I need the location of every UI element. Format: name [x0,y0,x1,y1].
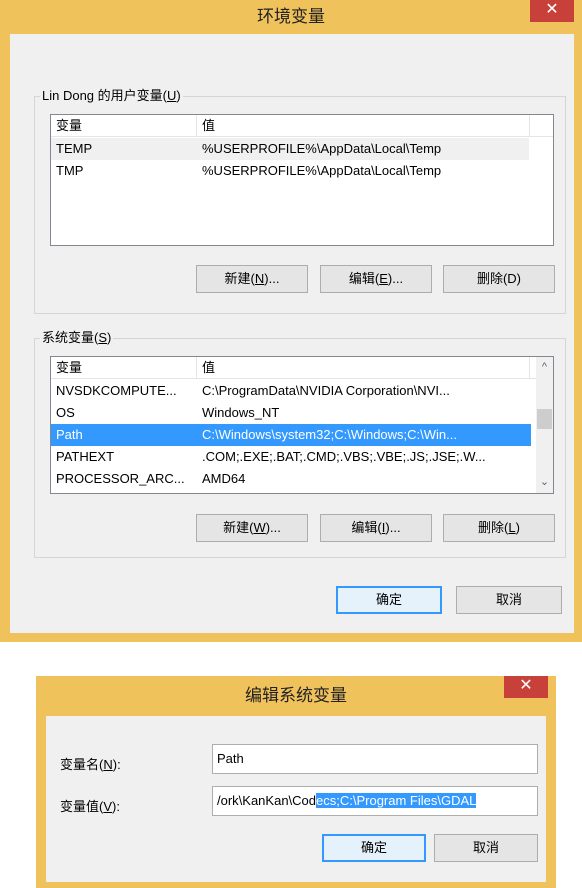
variable-value-input[interactable]: /ork\KanKan\Codecs;C:\Program Files\GDAL [212,786,538,816]
system-vars-header: 变量 值 [51,357,553,379]
column-header-variable[interactable]: 变量 [51,357,197,378]
close-button[interactable]: ✕ [504,676,548,698]
system-var-row-nvsdk[interactable]: NVSDKCOMPUTE... C:\ProgramData\NVIDIA Co… [51,380,531,402]
system-var-value: C:\ProgramData\NVIDIA Corporation\NVI... [202,383,450,398]
system-var-value: C:\Windows\system32;C:\Windows;C:\Win... [202,427,457,442]
system-vars-group-title: 系统变量(S) [40,330,114,346]
column-header-variable[interactable]: 变量 [51,115,197,136]
system-var-row-os[interactable]: OS Windows_NT [51,402,531,424]
system-new-button[interactable]: 新建(W)... [196,514,308,542]
column-header-value[interactable]: 值 [197,357,530,378]
cancel-button[interactable]: 取消 [456,586,562,614]
variable-name-label: 变量名(N): [60,757,121,772]
env-vars-title: 环境变量 [257,7,325,26]
system-var-value: AMD64 [202,471,246,486]
system-vars-list[interactable]: 变量 值 NVSDKCOMPUTE... C:\ProgramData\NVID… [50,356,554,494]
system-var-name: PROCESSOR_ARC... [56,471,185,486]
user-var-name: TMP [56,163,84,178]
variable-name-input[interactable]: Path [212,744,538,774]
system-var-value: Windows_NT [202,405,280,420]
system-var-name: OS [56,405,75,420]
user-delete-button[interactable]: 删除(D) [443,265,555,293]
close-icon: ✕ [545,1,559,18]
user-var-row-temp[interactable]: TEMP %USERPROFILE%\AppData\Local\Temp [51,138,529,160]
user-vars-group-title: Lin Dong 的用户变量(U) [40,88,183,104]
system-var-row-pathext[interactable]: PATHEXT .COM;.EXE;.BAT;.CMD;.VBS;.VBE;.J… [51,446,531,468]
column-header-value[interactable]: 值 [197,115,530,136]
system-var-name: Path [56,427,83,442]
cancel-button[interactable]: 取消 [434,834,538,862]
user-var-value: %USERPROFILE%\AppData\Local\Temp [202,163,442,178]
close-icon: ✕ [519,677,533,694]
system-var-row-path[interactable]: Path C:\Windows\system32;C:\Windows;C:\W… [51,424,531,446]
env-vars-window: 环境变量 ✕ Lin Dong 的用户变量(U) 变量 值 TEMP %USER… [0,0,582,642]
system-delete-button[interactable]: 删除(L) [443,514,555,542]
ok-button[interactable]: 确定 [336,586,442,614]
value-selected-text: ecs;C:\Program Files\GDAL [316,793,477,808]
system-var-value: .COM;.EXE;.BAT;.CMD;.VBS;.VBE;.JS;.JSE;.… [202,449,486,464]
user-var-row-tmp[interactable]: TMP %USERPROFILE%\AppData\Local\Temp [51,160,529,182]
system-var-row-processor[interactable]: PROCESSOR_ARC... AMD64 [51,468,531,490]
edit-var-titlebar[interactable]: 编辑系统变量 [36,676,556,716]
user-var-value: %USERPROFILE%\AppData\Local\Temp [202,141,442,156]
value-unselected-text: /ork\KanKan\Cod [217,793,317,808]
scroll-down-icon[interactable]: ⌄ [536,474,553,491]
edit-var-title: 编辑系统变量 [245,686,347,705]
ok-button[interactable]: 确定 [322,834,426,862]
env-vars-titlebar[interactable]: 环境变量 [0,0,582,34]
close-button[interactable]: ✕ [530,0,574,22]
edit-var-window: 编辑系统变量 ✕ 变量名(N): Path 变量值(V): /ork\KanKa… [36,676,556,888]
system-var-name: PATHEXT [56,449,115,464]
env-vars-client: Lin Dong 的用户变量(U) 变量 值 TEMP %USERPROFILE… [10,34,574,633]
scroll-thumb[interactable] [537,409,552,429]
user-vars-header: 变量 值 [51,115,553,137]
user-var-name: TEMP [56,141,93,156]
user-vars-list[interactable]: 变量 值 TEMP %USERPROFILE%\AppData\Local\Te… [50,114,554,246]
variable-value-label: 变量值(V): [60,799,120,814]
system-var-name: NVSDKCOMPUTE... [56,383,177,398]
user-edit-button[interactable]: 编辑(E)... [320,265,432,293]
system-edit-button[interactable]: 编辑(I)... [320,514,432,542]
scroll-up-icon[interactable]: ^ [536,359,553,376]
edit-var-client: 变量名(N): Path 变量值(V): /ork\KanKan\Codecs;… [46,716,546,882]
system-vars-scrollbar[interactable]: ^ ⌄ [536,357,553,493]
user-new-button[interactable]: 新建(N)... [196,265,308,293]
